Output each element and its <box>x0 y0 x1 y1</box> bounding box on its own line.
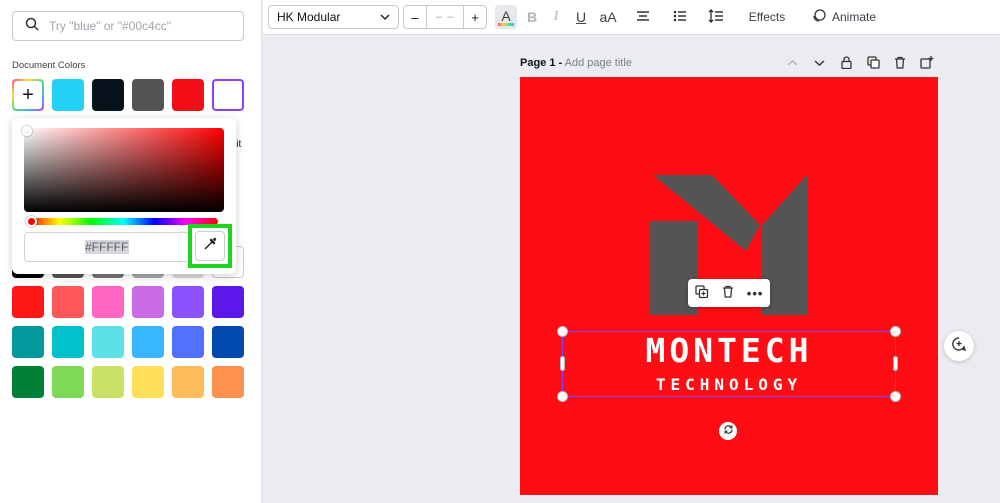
document-color-swatch[interactable] <box>172 79 204 111</box>
default-color-swatch[interactable] <box>92 326 124 358</box>
letter-case-button[interactable]: aA <box>596 5 620 29</box>
default-color-swatch[interactable] <box>12 286 44 318</box>
default-color-swatch[interactable] <box>212 326 244 358</box>
bold-button[interactable]: B <box>522 5 542 29</box>
rotate-icon <box>723 424 734 438</box>
search-icon <box>25 17 39 36</box>
resize-handle-left[interactable] <box>560 356 565 371</box>
default-color-swatch[interactable] <box>172 286 204 318</box>
animate-button[interactable]: Animate <box>810 5 878 29</box>
text-color-icon: A <box>501 7 511 24</box>
chevron-up-icon[interactable] <box>787 56 798 70</box>
hex-input[interactable] <box>85 240 129 254</box>
eyedropper-highlight <box>188 224 232 268</box>
color-search-input[interactable] <box>49 19 229 33</box>
lock-icon[interactable] <box>841 56 852 72</box>
default-color-swatch[interactable] <box>52 366 84 398</box>
default-color-swatch[interactable] <box>92 286 124 318</box>
effects-button[interactable]: Effects <box>747 5 787 29</box>
font-dropdown[interactable]: HK Modular <box>268 5 399 29</box>
document-color-swatch[interactable] <box>52 79 84 111</box>
default-color-swatch[interactable] <box>212 366 244 398</box>
document-color-swatch[interactable] <box>212 79 244 111</box>
plus-icon: + <box>22 84 34 106</box>
document-colors-title: Document Colors <box>12 60 86 71</box>
align-center-button[interactable] <box>633 5 653 29</box>
text-selection-box[interactable] <box>557 326 901 402</box>
bullet-list-icon <box>673 9 687 25</box>
document-color-swatch[interactable] <box>92 79 124 111</box>
default-color-swatch[interactable] <box>12 326 44 358</box>
document-color-swatch[interactable] <box>132 79 164 111</box>
animate-label: Animate <box>831 10 877 24</box>
font-size-control: – – – + <box>403 5 487 29</box>
default-color-swatch[interactable] <box>172 366 204 398</box>
comment-button[interactable] <box>944 331 974 361</box>
font-size-value[interactable]: – – <box>426 6 464 28</box>
decrease-size-button[interactable]: – <box>404 10 426 25</box>
default-color-swatch[interactable] <box>172 326 204 358</box>
eyedropper-button[interactable] <box>195 231 225 261</box>
saturation-handle[interactable] <box>22 126 32 136</box>
page-title-input[interactable]: Add page title <box>565 57 632 69</box>
spacing-button[interactable] <box>706 5 726 29</box>
animate-icon <box>812 8 826 26</box>
rainbow-bar <box>498 22 514 26</box>
comment-add-icon <box>951 336 967 357</box>
default-color-swatch[interactable] <box>12 366 44 398</box>
resize-handle-right[interactable] <box>893 356 898 371</box>
eyedropper-icon <box>203 237 217 256</box>
page-label: Page 1 - <box>520 57 563 69</box>
add-page-icon[interactable] <box>920 56 934 72</box>
default-color-swatch[interactable] <box>92 366 124 398</box>
resize-handle-bottom-right[interactable] <box>890 391 901 402</box>
increase-size-button[interactable]: + <box>464 10 486 25</box>
more-options-icon[interactable]: ••• <box>747 286 764 301</box>
font-name: HK Modular <box>277 10 341 24</box>
chevron-down-icon[interactable] <box>814 56 825 70</box>
align-center-icon <box>636 9 650 25</box>
color-panel: Document Colors + lit <box>0 0 262 503</box>
hue-slider-handle[interactable] <box>26 216 37 227</box>
default-color-swatch[interactable] <box>132 366 164 398</box>
resize-handle-top-right[interactable] <box>890 326 901 337</box>
color-search-box[interactable] <box>12 11 244 41</box>
resize-handle-top-left[interactable] <box>557 326 568 337</box>
design-canvas[interactable]: ••• MONTECH TECHNOLOGY <box>520 77 938 495</box>
trash-icon[interactable] <box>722 285 734 301</box>
default-color-swatch[interactable] <box>212 286 244 318</box>
default-color-swatch[interactable] <box>52 326 84 358</box>
chevron-down-icon <box>380 10 390 24</box>
copy-element-icon[interactable] <box>694 284 709 302</box>
page-header[interactable]: Page 1 - Add page title <box>520 57 632 69</box>
list-button[interactable] <box>670 5 690 29</box>
top-toolbar: HK Modular – – – + A B I U aA Effects An… <box>263 0 1000 35</box>
duplicate-page-icon[interactable] <box>867 56 880 72</box>
add-color-button[interactable]: + <box>12 79 44 111</box>
text-color-button[interactable]: A <box>495 5 517 29</box>
default-color-swatch[interactable] <box>132 286 164 318</box>
italic-button[interactable]: I <box>546 5 566 29</box>
element-toolbar: ••• <box>688 279 770 307</box>
saturation-value-area[interactable] <box>22 126 224 212</box>
line-spacing-icon <box>708 8 724 26</box>
delete-page-icon[interactable] <box>894 56 906 72</box>
rotate-handle[interactable] <box>719 422 737 440</box>
hex-input-box[interactable] <box>24 232 190 262</box>
underline-button[interactable]: U <box>571 5 591 29</box>
default-color-swatch[interactable] <box>132 326 164 358</box>
default-color-swatch[interactable] <box>52 286 84 318</box>
resize-handle-bottom-left[interactable] <box>557 391 568 402</box>
